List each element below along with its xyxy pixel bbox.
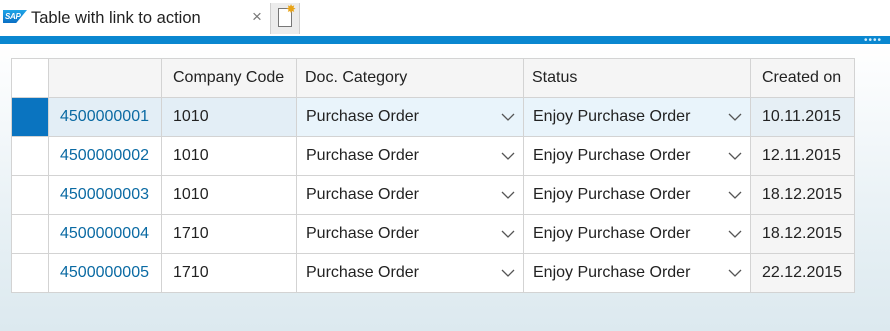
- document-link[interactable]: 4500000001: [60, 108, 149, 126]
- document-cell: 4500000005: [49, 254, 162, 293]
- dropdown-value: Enjoy Purchase Order: [533, 186, 691, 203]
- dropdown-value: Purchase Order: [306, 186, 419, 203]
- table-header-row: Company Code Doc. Category Status Create…: [12, 59, 855, 98]
- chevron-down-icon: [501, 269, 515, 277]
- chevron-down-icon: [501, 191, 515, 199]
- dropdown-value: Purchase Order: [306, 147, 419, 164]
- chevron-down-icon: [728, 230, 742, 238]
- created-on-cell: 18.12.2015: [751, 176, 855, 215]
- dropdown-value: Purchase Order: [306, 225, 419, 242]
- doc-category-dropdown[interactable]: Purchase Order: [297, 215, 524, 254]
- row-selector[interactable]: [12, 254, 49, 293]
- status-dropdown[interactable]: Enjoy Purchase Order: [524, 254, 751, 293]
- chevron-down-icon: [501, 113, 515, 121]
- doc-category-dropdown[interactable]: Purchase Order: [297, 137, 524, 176]
- company-code-cell: 1010: [162, 98, 297, 137]
- header-document[interactable]: [49, 59, 162, 98]
- created-on-cell: 12.11.2015: [751, 137, 855, 176]
- status-dropdown[interactable]: Enjoy Purchase Order: [524, 98, 751, 137]
- data-table: Company Code Doc. Category Status Create…: [11, 58, 855, 293]
- company-code-cell: 1010: [162, 137, 297, 176]
- dropdown-value: Purchase Order: [306, 264, 419, 281]
- doc-category-dropdown[interactable]: Purchase Order: [297, 176, 524, 215]
- table-row: 4500000003 1010 Purchase Order Enjoy Pur…: [12, 176, 855, 215]
- header-doc-category[interactable]: Doc. Category: [297, 59, 524, 98]
- status-dropdown[interactable]: Enjoy Purchase Order: [524, 176, 751, 215]
- row-selector[interactable]: [12, 215, 49, 254]
- dropdown-value: Enjoy Purchase Order: [533, 225, 691, 242]
- chevron-down-icon: [501, 152, 515, 160]
- accent-bar: [0, 36, 890, 44]
- document-cell: 4500000003: [49, 176, 162, 215]
- created-on-cell: 22.12.2015: [751, 254, 855, 293]
- created-on-cell: 10.11.2015: [751, 98, 855, 137]
- chevron-down-icon: [501, 230, 515, 238]
- document-link[interactable]: 4500000004: [60, 225, 149, 243]
- company-code-cell: 1710: [162, 254, 297, 293]
- dropdown-value: Purchase Order: [306, 108, 419, 125]
- doc-category-dropdown[interactable]: Purchase Order: [297, 98, 524, 137]
- document-cell: 4500000002: [49, 137, 162, 176]
- row-selector[interactable]: [12, 176, 49, 215]
- sap-logo: SAP: [3, 10, 27, 23]
- doc-category-dropdown[interactable]: Purchase Order: [297, 254, 524, 293]
- row-selector[interactable]: [12, 137, 49, 176]
- tab-table-with-link[interactable]: SAP Table with link to action ×: [0, 0, 270, 36]
- new-tab-button[interactable]: ✸: [270, 3, 300, 34]
- document-cell: 4500000004: [49, 215, 162, 254]
- dropdown-value: Enjoy Purchase Order: [533, 108, 691, 125]
- dropdown-value: Enjoy Purchase Order: [533, 147, 691, 164]
- header-company-code[interactable]: Company Code: [162, 59, 297, 98]
- table-row: 4500000001 1010 Purchase Order Enjoy Pur…: [12, 98, 855, 137]
- document-cell: 4500000001: [49, 98, 162, 137]
- company-code-cell: 1710: [162, 215, 297, 254]
- close-icon[interactable]: ×: [252, 8, 262, 26]
- status-dropdown[interactable]: Enjoy Purchase Order: [524, 137, 751, 176]
- company-code-cell: 1010: [162, 176, 297, 215]
- sparkle-icon: ✸: [286, 2, 297, 16]
- table-row: 4500000005 1710 Purchase Order Enjoy Pur…: [12, 254, 855, 293]
- chevron-down-icon: [728, 152, 742, 160]
- header-created-on[interactable]: Created on: [751, 59, 855, 98]
- document-link[interactable]: 4500000003: [60, 186, 149, 204]
- document-link[interactable]: 4500000002: [60, 147, 149, 165]
- chevron-down-icon: [728, 269, 742, 277]
- table-row: 4500000004 1710 Purchase Order Enjoy Pur…: [12, 215, 855, 254]
- tab-title: Table with link to action: [31, 9, 201, 27]
- chevron-down-icon: [728, 113, 742, 121]
- header-status[interactable]: Status: [524, 59, 751, 98]
- tab-strip: SAP Table with link to action × ✸: [0, 0, 890, 36]
- created-on-cell: 18.12.2015: [751, 215, 855, 254]
- chevron-down-icon: [728, 191, 742, 199]
- table-row: 4500000002 1010 Purchase Order Enjoy Pur…: [12, 137, 855, 176]
- dropdown-value: Enjoy Purchase Order: [533, 264, 691, 281]
- status-dropdown[interactable]: Enjoy Purchase Order: [524, 215, 751, 254]
- row-selector[interactable]: [12, 98, 49, 137]
- select-all-header[interactable]: [12, 59, 49, 98]
- document-link[interactable]: 4500000005: [60, 264, 149, 282]
